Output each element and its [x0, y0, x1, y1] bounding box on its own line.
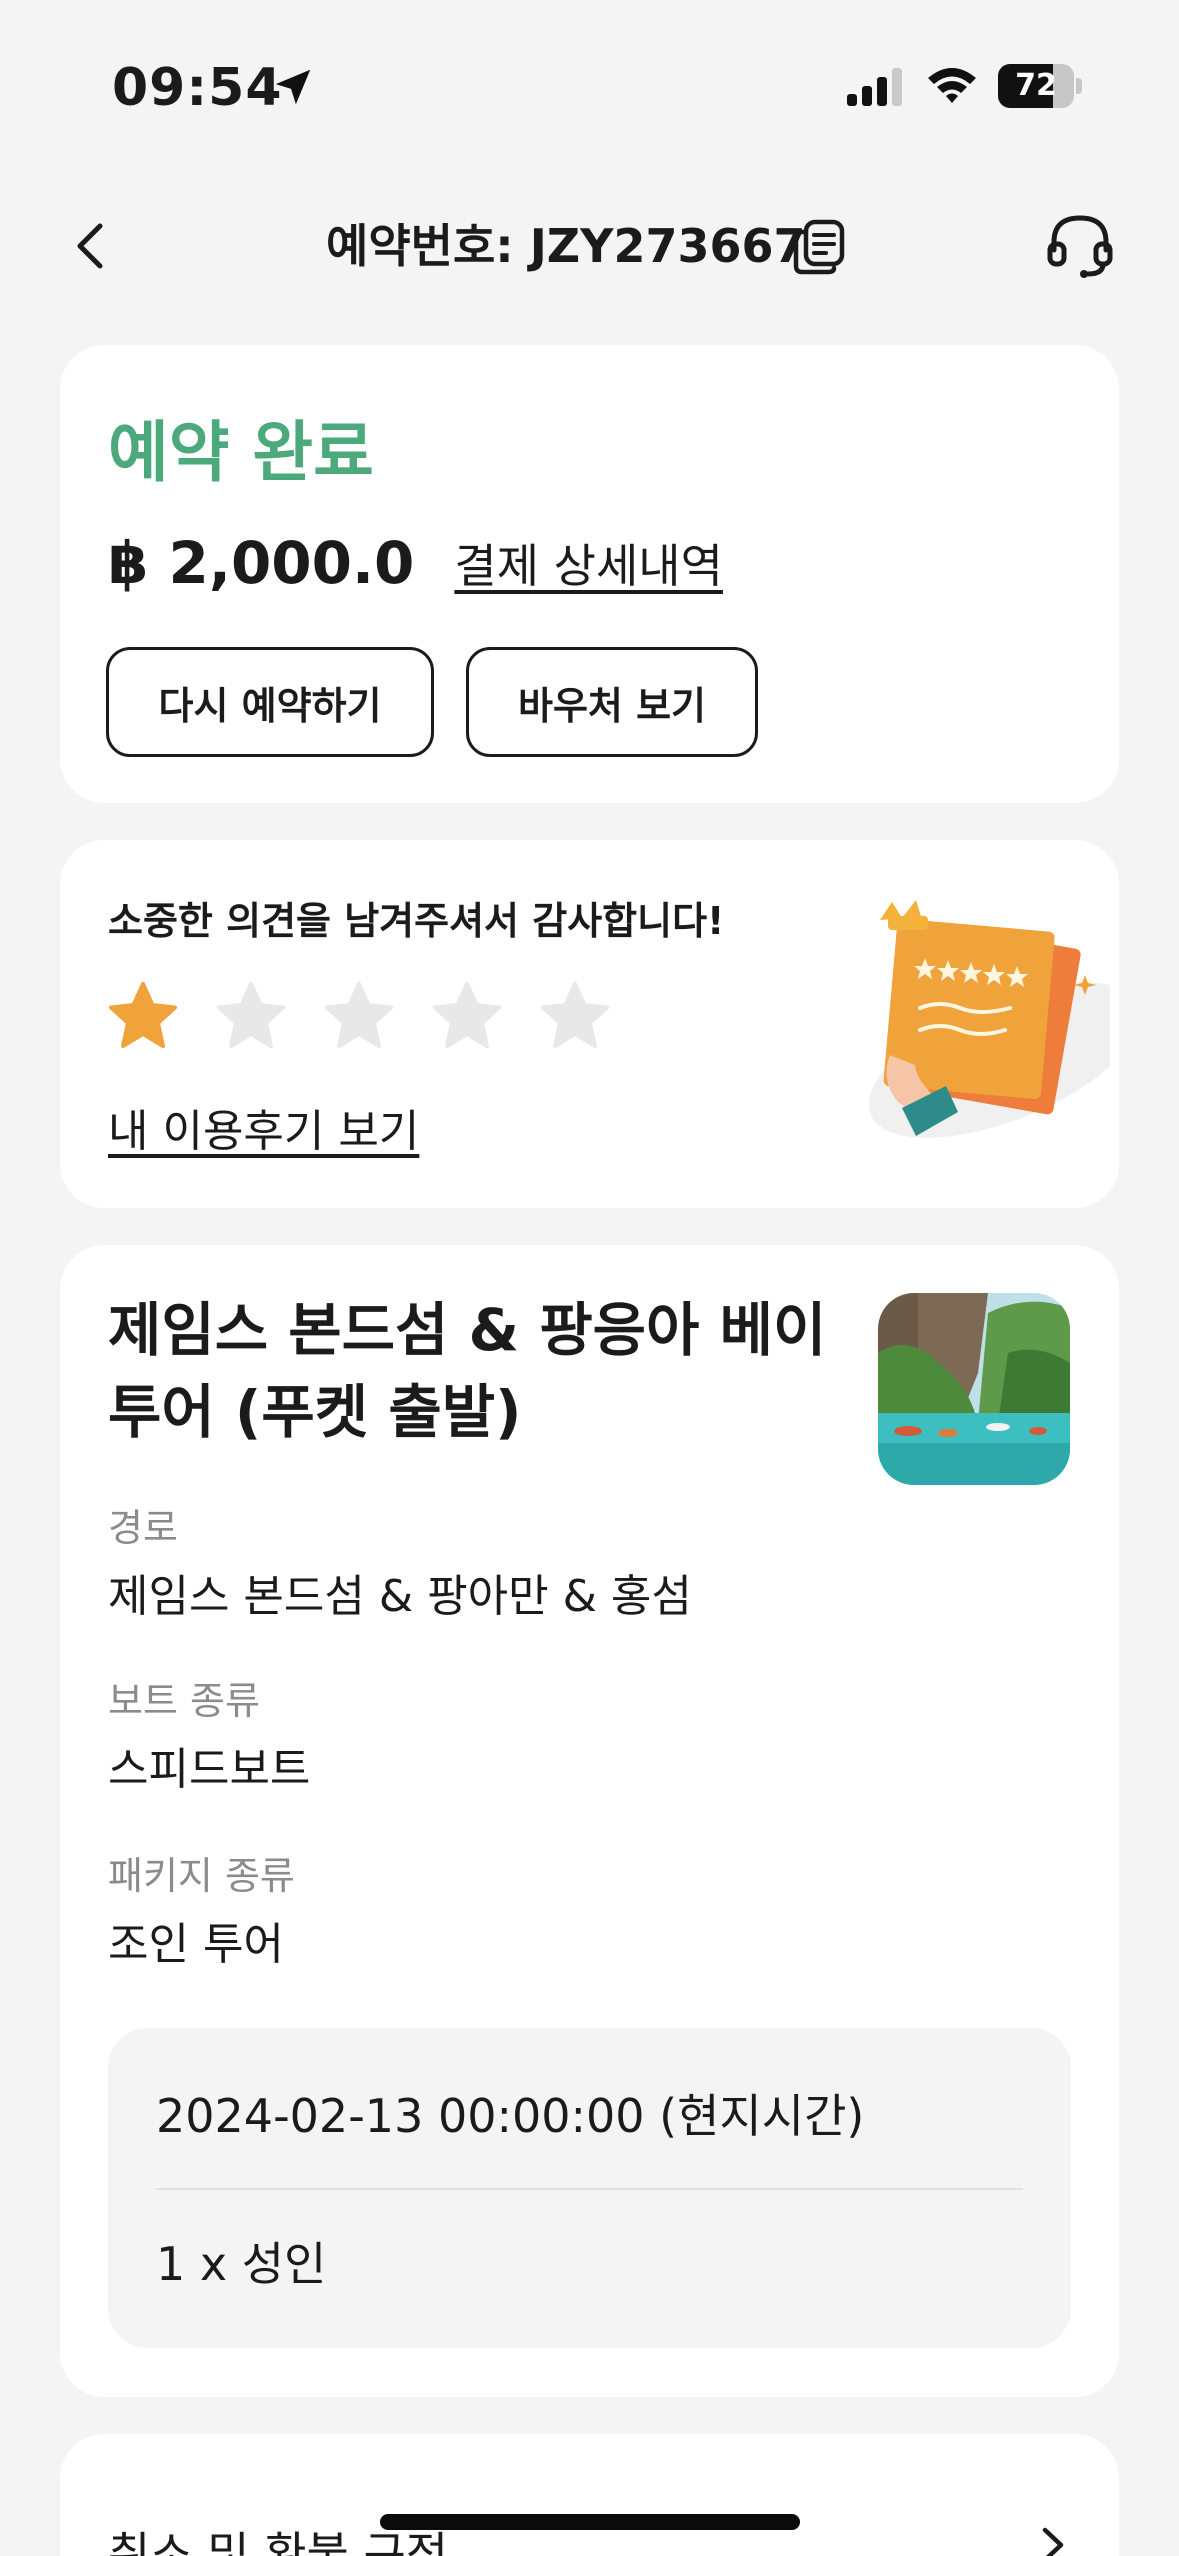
- booking-detail-box: 2024-02-13 00:00:00 (현지시간) 1 x 성인: [108, 2028, 1071, 2348]
- cellular-signal-icon: [847, 68, 902, 106]
- star-rating[interactable]: [106, 980, 646, 1054]
- star-icon[interactable]: [430, 980, 504, 1054]
- headset-icon[interactable]: [1044, 210, 1116, 282]
- nav-header: 예약번호: JZY273667: [0, 190, 1179, 300]
- star-icon[interactable]: [322, 980, 396, 1054]
- tour-thumbnail[interactable]: [878, 1293, 1070, 1485]
- status-bar: 09:54 72: [0, 0, 1179, 170]
- payment-detail-link[interactable]: 결제 상세내역: [454, 530, 723, 596]
- route-value: 제임스 본드섬 & 팡아만 & 홍섬: [108, 1571, 692, 1622]
- home-indicator: [380, 2514, 800, 2530]
- package-type-label: 패키지 종류: [108, 1854, 295, 1898]
- copy-icon[interactable]: [790, 218, 848, 276]
- booking-quantity: 1 x 성인: [156, 2237, 327, 2291]
- chevron-right-icon: [1042, 2527, 1064, 2556]
- review-card: 소중한 의견을 남겨주셔서 감사합니다! 내 이용후기 보기: [60, 840, 1119, 1208]
- route-label: 경로: [108, 1506, 178, 1550]
- boat-type-value: 스피드보트: [108, 1744, 311, 1795]
- location-arrow-icon: [275, 69, 311, 105]
- rebook-button[interactable]: 다시 예약하기: [106, 647, 434, 757]
- review-illustration: [868, 900, 1110, 1138]
- view-my-review-link[interactable]: 내 이용후기 보기: [108, 1095, 419, 1159]
- star-icon[interactable]: [538, 980, 612, 1054]
- status-time: 09:54: [112, 58, 283, 118]
- divider: [156, 2188, 1023, 2190]
- boat-type-label: 보트 종류: [108, 1679, 260, 1723]
- star-icon[interactable]: [214, 980, 288, 1054]
- package-type-value: 조인 투어: [108, 1919, 284, 1970]
- wifi-icon: [928, 68, 976, 103]
- tour-info-card: 제임스 본드섬 & 팡응아 베이 투어 (푸켓 출발) 경로 제임스 본드섬 &…: [60, 1245, 1119, 2397]
- page-title: 예약번호: JZY273667: [326, 219, 806, 273]
- booking-status-card: 예약 완료 ฿ 2,000.0 결제 상세내역 다시 예약하기 바우처 보기: [60, 345, 1119, 803]
- total-price: ฿ 2,000.0: [108, 529, 415, 597]
- view-voucher-button[interactable]: 바우처 보기: [466, 647, 758, 757]
- price-row: ฿ 2,000.0 결제 상세내역: [108, 528, 723, 598]
- back-chevron-icon[interactable]: [60, 214, 124, 278]
- battery-icon: 72: [998, 64, 1082, 108]
- booking-date: 2024-02-13 00:00:00 (현지시간): [156, 2089, 865, 2143]
- booking-status-label: 예약 완료: [108, 414, 374, 491]
- tour-title: 제임스 본드섬 & 팡응아 베이 투어 (푸켓 출발): [108, 1296, 827, 1446]
- battery-level: 72: [1015, 68, 1057, 103]
- refund-policy-row[interactable]: 취소 및 환불 규정: [60, 2434, 1119, 2556]
- review-thanks-text: 소중한 의견을 남겨주셔서 감사합니다!: [108, 899, 725, 943]
- star-icon[interactable]: [106, 980, 180, 1054]
